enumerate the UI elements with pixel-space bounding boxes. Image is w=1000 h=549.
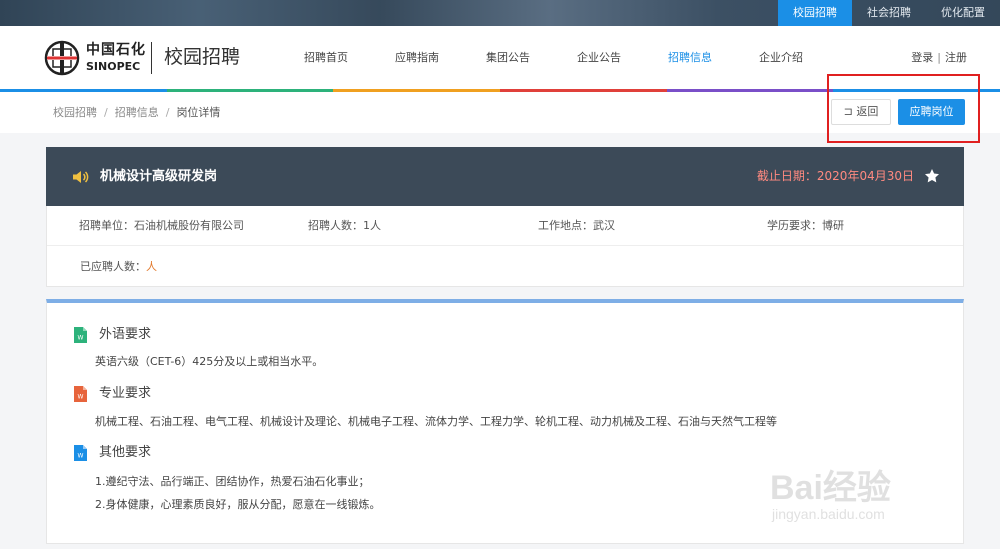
job-headcount: 招聘人数：1人 <box>308 219 381 232</box>
job-education: 学历要求：博研 <box>767 219 844 232</box>
job-info-row: 招聘单位：石油机械股份有限公司 招聘人数：1人 工作地点：武汉 学历要求：博研 <box>47 206 963 246</box>
applied-value: 人 <box>146 260 157 273</box>
top-link-optimize[interactable]: 优化配置 <box>926 0 1000 26</box>
nav-about[interactable]: 企业介绍 <box>745 26 817 89</box>
main-nav: 招聘首页 应聘指南 集团公告 企业公告 招聘信息 企业介绍 <box>290 26 836 89</box>
job-header: 机械设计高级研发岗 截止日期：2020年04月30日 <box>46 147 964 206</box>
auth-links: 登录 | 注册 <box>911 26 967 89</box>
nav-group-notice[interactable]: 集团公告 <box>472 26 544 89</box>
watermark-sub: jingyan.baidu.com <box>772 506 885 522</box>
req-title: 其他要求 <box>99 445 152 460</box>
job-location: 工作地点：武汉 <box>538 219 615 232</box>
job-deadline: 截止日期：2020年04月30日 <box>756 169 914 183</box>
top-links: 校园招聘 社会招聘 优化配置 <box>778 0 1000 26</box>
applied-label: 已应聘人数： <box>80 260 146 273</box>
crumb-sep: / <box>165 106 170 119</box>
watermark-main: Bai经验 <box>770 469 891 507</box>
nav-company-notice[interactable]: 企业公告 <box>563 26 635 89</box>
speaker-icon <box>73 171 89 183</box>
top-link-social[interactable]: 社会招聘 <box>852 0 926 26</box>
brand-en: SINOPEC <box>86 60 141 73</box>
back-icon: ⊐ <box>843 105 853 118</box>
crumb-jobs[interactable]: 招聘信息 <box>115 106 159 119</box>
crumb-campus[interactable]: 校园招聘 <box>53 106 97 119</box>
brand: 中国石化 SINOPEC <box>86 42 146 74</box>
top-link-campus[interactable]: 校园招聘 <box>778 0 852 26</box>
site-name: 校园招聘 <box>164 46 241 68</box>
req-text: 2.身体健康，心理素质良好，服从分配，愿意在一线锻炼。 <box>95 498 381 511</box>
login-link[interactable]: 登录 <box>911 51 933 64</box>
job-info: 招聘单位：石油机械股份有限公司 招聘人数：1人 工作地点：武汉 学历要求：博研 … <box>46 206 964 287</box>
crumb-sep: / <box>104 106 108 119</box>
auth-separator: | <box>937 51 941 64</box>
sinopec-logo-icon[interactable] <box>44 40 80 76</box>
req-text: 英语六级（CET-6）425分及以上或相当水平。 <box>95 355 324 368</box>
nav-guide[interactable]: 应聘指南 <box>381 26 453 89</box>
document-icon: W <box>74 386 87 402</box>
req-title: 专业要求 <box>99 386 152 401</box>
header-divider <box>151 42 152 74</box>
req-title: 外语要求 <box>99 327 152 342</box>
svg-text:W: W <box>78 335 84 342</box>
nav-home[interactable]: 招聘首页 <box>290 26 362 89</box>
applied-count: 已应聘人数：人 <box>80 247 157 287</box>
back-button[interactable]: ⊐ 返回 <box>831 99 891 125</box>
job-unit: 招聘单位：石油机械股份有限公司 <box>79 219 244 232</box>
site-header: 中国石化 SINOPEC 校园招聘 招聘首页 应聘指南 集团公告 企业公告 招聘… <box>0 26 1000 89</box>
document-icon: W <box>74 327 87 343</box>
svg-text:W: W <box>78 453 84 460</box>
top-bar: 校园招聘 社会招聘 优化配置 <box>0 0 1000 26</box>
document-icon: W <box>74 445 87 461</box>
favorite-star-icon[interactable] <box>924 168 940 184</box>
apply-button[interactable]: 应聘岗位 <box>898 99 965 125</box>
svg-text:W: W <box>78 394 84 401</box>
register-link[interactable]: 注册 <box>945 51 967 64</box>
brand-cn: 中国石化 <box>86 42 146 58</box>
nav-jobs[interactable]: 招聘信息 <box>654 26 726 89</box>
req-text: 机械工程、石油工程、电气工程、机械设计及理论、机械电子工程、流体力学、工程力学、… <box>95 415 777 428</box>
breadcrumb: 校园招聘 / 招聘信息 / 岗位详情 <box>53 92 220 133</box>
crumb-current: 岗位详情 <box>176 106 221 119</box>
breadcrumb-bar: 校园招聘 / 招聘信息 / 岗位详情 ⊐ 返回 应聘岗位 <box>0 92 1000 133</box>
req-text: 1.遵纪守法、品行端正、团结协作，热爱石油石化事业； <box>95 475 370 488</box>
job-title: 机械设计高级研发岗 <box>100 169 218 184</box>
baidu-watermark: Bai经验 jingyan.baidu.com <box>770 440 960 530</box>
back-label: 返回 <box>856 105 879 118</box>
